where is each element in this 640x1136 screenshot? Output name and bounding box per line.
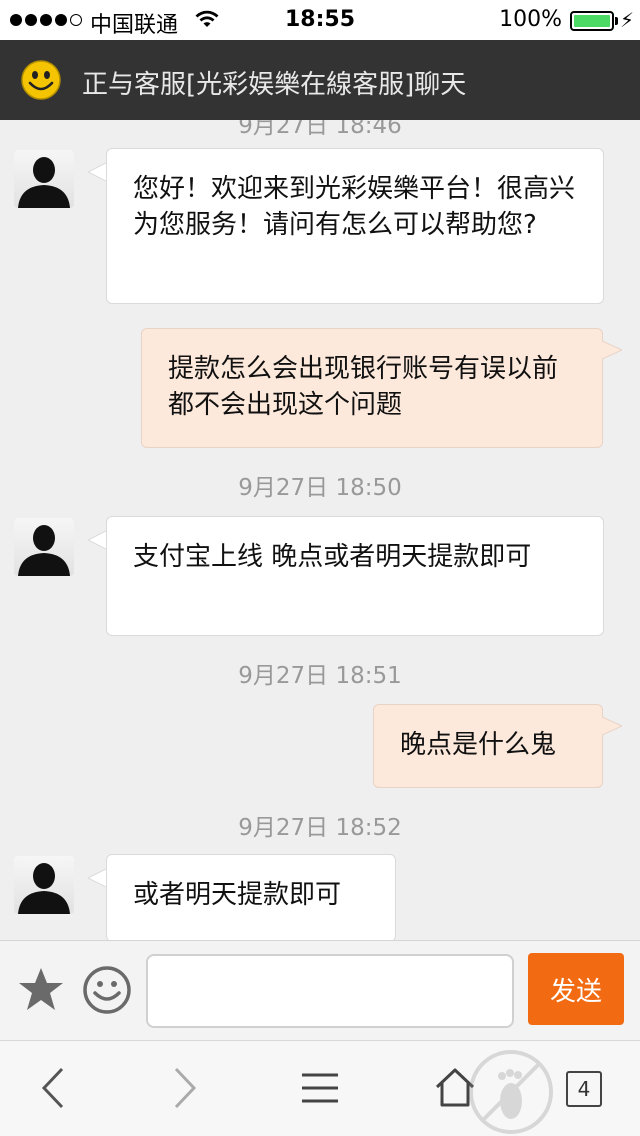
battery-percent: 100% [499,7,562,32]
avatar-icon [14,856,74,914]
message-timestamp: 9月27日 18:46 [238,120,402,139]
bubble-tail [86,160,110,188]
bubble-tail [598,338,624,366]
message-bubble-incoming: 您好！欢迎来到光彩娱樂平台！很高兴为您服务！请问有怎么可以帮助您? [106,148,604,304]
battery-icon [570,11,614,31]
star-icon[interactable] [16,965,66,1019]
message-timestamp: 9月27日 18:52 [238,815,402,841]
charging-icon: ⚡ [619,8,634,32]
smiley-logo-icon [20,59,62,105]
message-input[interactable] [146,954,514,1028]
bubble-tail [86,528,110,556]
message-timestamp: 9月27日 18:51 [238,663,402,689]
browser-toolbar: 4 [0,1040,640,1136]
footprint-watermark-icon [466,1049,556,1136]
message-bubble-incoming: 支付宝上线 晚点或者明天提款即可 [106,516,604,636]
avatar-icon [14,518,74,576]
chat-messages[interactable]: 9月27日 18:46 您好！欢迎来到光彩娱樂平台！很高兴为您服务！请问有怎么可… [0,120,640,940]
back-icon[interactable] [38,1065,68,1115]
message-bubble-outgoing: 提款怎么会出现银行账号有误以前都不会出现这个问题 [141,328,603,448]
menu-icon[interactable] [300,1065,340,1115]
chat-header: 正与客服[光彩娱樂在線客服]聊天 [0,40,640,120]
page-title: 正与客服[光彩娱樂在線客服]聊天 [82,70,467,100]
message-bubble-outgoing: 晚点是什么鬼 [373,704,603,788]
input-bar: 发送 [0,940,640,1040]
message-bubble-incoming: 或者明天提款即可 [106,854,396,940]
emoji-icon[interactable] [82,965,132,1019]
bubble-tail [598,714,624,742]
tabs-icon[interactable]: 4 [566,1071,602,1107]
send-button[interactable]: 发送 [528,953,624,1025]
bubble-tail [86,866,110,894]
battery-tip [615,17,618,25]
avatar-icon [14,150,74,208]
message-timestamp: 9月27日 18:50 [238,475,402,501]
forward-icon[interactable] [170,1065,200,1115]
status-bar: 中国联通 18:55 100% ⚡ [0,0,640,40]
